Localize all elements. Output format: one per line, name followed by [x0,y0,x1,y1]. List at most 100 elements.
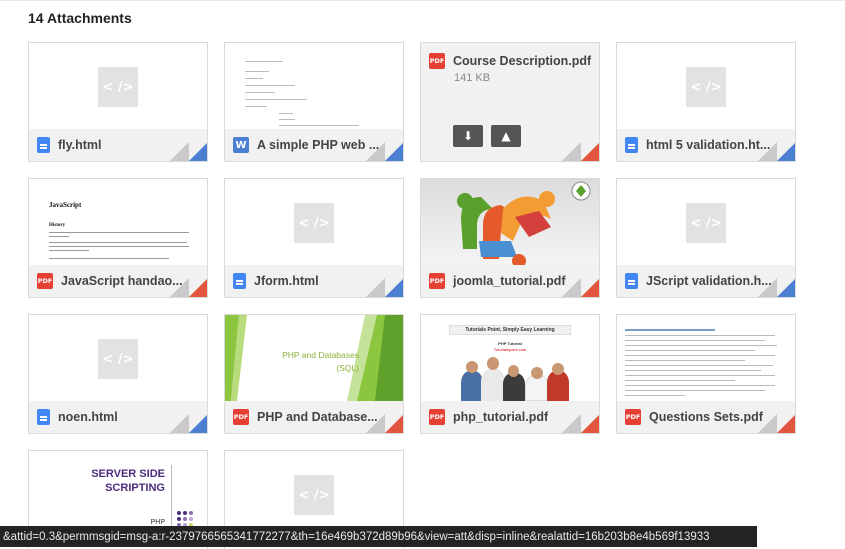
attachment-preview: < /> [29,315,207,401]
attachment-card-noen[interactable]: < /> noen.html [28,314,208,434]
file-type-corner [384,278,403,297]
code-placeholder-icon: < /> [686,67,726,107]
slide-title: SERVER SIDE SCRIPTING [91,467,165,495]
corner-fold [169,142,189,161]
attachment-card-jform[interactable]: < /> Jform.html [224,178,404,298]
file-type-corner [580,142,599,161]
download-button[interactable]: ⬇ [453,125,483,147]
preview-line [245,106,267,107]
corner-fold [561,278,581,297]
preview-line [49,250,89,251]
attachment-preview [617,315,795,401]
joomla-logo-icon [457,181,591,265]
pdf-file-icon: PDF [429,273,445,289]
attachment-card-html5-validation[interactable]: < /> html 5 validation.ht... [616,42,796,162]
attachment-filename: Jform.html [254,274,319,288]
attachment-card-course-description[interactable]: PDF Course Description.pdf 141 KB ⬇ ▲ [420,42,600,162]
preview-line [279,125,359,126]
attachment-card-questions-sets[interactable]: PDF Questions Sets.pdf [616,314,796,434]
attachment-filename: fly.html [58,138,102,152]
attachment-preview: SERVER SIDE SCRIPTING PHP [29,451,207,537]
preview-line [625,395,685,396]
document-file-icon [37,409,50,425]
attachment-preview: < /> [225,179,403,265]
corner-fold [365,142,385,161]
corner-fold [365,278,385,297]
preview-line [49,236,69,237]
attachment-filename: PHP and Database... [257,410,378,424]
person-head [531,367,543,379]
corner-fold [365,414,385,433]
attachment-preview: JavaScript History [29,179,207,265]
person-head [466,361,478,373]
file-type-corner [188,142,207,161]
person-head [487,357,499,370]
file-type-corner [580,278,599,297]
attachment-card-php-tutorial[interactable]: Tutorials Point, Simply Easy Learning PH… [420,314,600,434]
preview-line [625,340,765,341]
attachment-card-fly-html[interactable]: < /> fly.html [28,42,208,162]
attachment-preview: Tutorials Point, Simply Easy Learning PH… [421,315,599,401]
attachment-card-joomla-tutorial[interactable]: PDF joomla_tutorial.pdf [420,178,600,298]
slide-divider [171,465,172,529]
code-placeholder-icon: < /> [294,203,334,243]
attachment-filename: Questions Sets.pdf [649,410,763,424]
attachment-filename: joomla_tutorial.pdf [453,274,566,288]
preview-line [49,258,169,259]
preview-line [625,370,761,371]
preview-line [49,246,189,247]
attachment-preview [225,43,403,129]
corner-fold [757,142,777,161]
attachment-filename: JavaScript handao... [61,274,183,288]
preview-line [245,85,295,86]
preview-line [625,350,755,351]
document-file-icon [37,137,50,153]
attachment-size: 141 KB [454,72,491,84]
attachment-filename: noen.html [58,410,118,424]
file-type-corner [776,278,795,297]
slide-title-line: SCRIPTING [105,482,165,494]
person-figure [503,373,525,401]
decor-dot [183,511,187,515]
save-to-drive-button[interactable]: ▲ [491,125,521,147]
corner-fold [757,278,777,297]
file-type-corner [384,142,403,161]
preview-line [625,345,777,346]
preview-line [625,380,735,381]
preview-line [49,232,189,233]
preview-line [49,242,187,243]
preview-subtitle: PHP Tutorial [498,341,522,346]
attachment-card-php-databases[interactable]: PHP and Databases (SQL) PDF PHP and Data… [224,314,404,434]
document-file-icon [625,137,638,153]
preview-link: Tutorialspoint.com [493,347,527,352]
file-type-corner [188,278,207,297]
attachment-preview [421,179,599,265]
preview-line [279,113,293,114]
slide-small-text: PHP [150,519,165,526]
file-type-corner [580,414,599,433]
corner-fold [757,414,777,433]
pdf-file-icon: PDF [233,409,249,425]
attachment-card-javascript-handout[interactable]: JavaScript History PDF JavaScript handao… [28,178,208,298]
download-icon: ⬇ [462,129,474,143]
attachments-count-title: 14 Attachments [28,10,132,26]
person-head [552,363,564,375]
decor-dot [183,517,187,521]
preview-line [279,119,295,120]
pdf-file-icon: PDF [429,53,445,69]
attachment-preview: PHP and Databases (SQL) [225,315,403,401]
preview-line [625,390,765,391]
pdf-file-icon: PDF [37,273,53,289]
file-type-corner [188,414,207,433]
preview-line [625,360,745,361]
attachment-card-jscript-validation[interactable]: < /> JScript validation.h... [616,178,796,298]
attachment-card-simple-php[interactable]: W A simple PHP web ... [224,42,404,162]
preview-line [625,335,775,336]
file-type-corner [384,414,403,433]
preview-line [245,61,283,62]
attachment-filename: html 5 validation.ht... [646,138,771,152]
attachment-preview: < /> [617,179,795,265]
preview-line [625,375,775,376]
preview-title: JavaScript [49,201,82,209]
preview-heading-line [625,329,715,331]
